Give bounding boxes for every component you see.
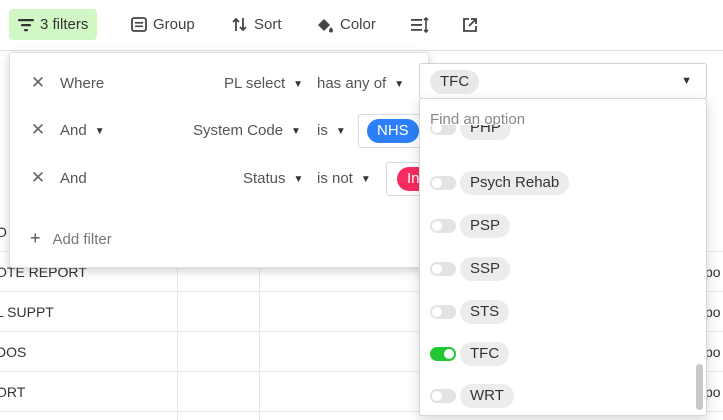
filter-field-select[interactable]: PL select ▼: [224, 64, 303, 104]
filter-conjunction: Where: [60, 75, 105, 92]
caret-down-icon: ▼: [291, 126, 301, 137]
operator-label: has any of: [317, 75, 387, 92]
table-cell: DOS: [0, 344, 27, 360]
caret-down-icon: ▼: [681, 75, 692, 87]
sort-icon: [232, 17, 248, 32]
option-chip: PSP: [460, 214, 511, 238]
table-cell: po: [705, 304, 721, 320]
row-height-button[interactable]: [402, 9, 438, 40]
field-name: System Code: [193, 122, 284, 139]
option-chip: STS: [460, 300, 510, 324]
filter-value-field[interactable]: NHS: [358, 114, 428, 148]
option-item[interactable]: STS: [420, 295, 700, 329]
filter-condition: ✕ And ▼ System Code ▼ is ▼ NHS: [10, 111, 430, 151]
option-chip: TFC: [460, 342, 510, 366]
conjunction-label: And: [60, 122, 87, 139]
filters-button[interactable]: 3 filters: [9, 9, 98, 40]
group-button[interactable]: Group: [122, 9, 204, 40]
operator-label: is not: [317, 170, 353, 187]
filter-icon: [18, 18, 34, 32]
option-toggle[interactable]: [430, 305, 456, 319]
option-item[interactable]: PSP: [420, 209, 700, 243]
options-dropdown: Find an option PHP Psych Rehab PSP SSP S…: [419, 98, 707, 416]
table-cell: po: [705, 344, 721, 360]
value-chip: NHS: [367, 119, 419, 143]
operator-label: is: [317, 122, 328, 139]
remove-filter-icon[interactable]: ✕: [30, 74, 46, 92]
filter-operator-select[interactable]: has any of ▼: [317, 64, 404, 104]
filter-condition: ✕ Where PL select ▼ has any of ▼: [10, 64, 430, 104]
table-cell: O: [0, 224, 7, 240]
remove-filter-icon[interactable]: ✕: [30, 121, 46, 139]
field-name: Status: [243, 170, 286, 187]
caret-down-icon: ▼: [293, 174, 304, 185]
filter-field-select[interactable]: Status ▼: [243, 159, 303, 199]
row-height-icon: [411, 16, 429, 33]
caret-down-icon: ▼: [335, 126, 346, 137]
option-toggle[interactable]: [430, 389, 456, 403]
filter-panel: ✕ Where PL select ▼ has any of ▼ ✕ And ▼ Sy…: [9, 52, 430, 268]
option-toggle[interactable]: [430, 262, 456, 276]
option-item[interactable]: SSP: [420, 252, 700, 286]
filter-conjunction: And: [60, 170, 87, 187]
add-filter-button[interactable]: + Add filter: [30, 223, 112, 253]
option-item[interactable]: WRT: [420, 379, 700, 413]
filter-conjunction-select[interactable]: And ▼: [60, 111, 105, 151]
selected-value-chip: TFC: [430, 70, 480, 94]
option-toggle[interactable]: [430, 176, 456, 190]
option-toggle[interactable]: [430, 347, 456, 361]
sort-label: Sort: [254, 16, 282, 33]
color-button[interactable]: Color: [307, 9, 385, 40]
option-toggle[interactable]: [430, 125, 456, 135]
external-link-icon: [462, 17, 478, 33]
option-item[interactable]: PHP: [420, 125, 700, 145]
table-cell: po: [705, 264, 721, 280]
add-filter-label: Add filter: [52, 231, 112, 248]
field-name: PL select: [224, 75, 286, 92]
filter-value-select[interactable]: TFC ▼: [419, 63, 707, 99]
caret-down-icon: ▼: [293, 79, 304, 90]
share-view-button[interactable]: [453, 9, 487, 40]
option-item[interactable]: Psych Rehab: [420, 166, 700, 200]
option-toggle[interactable]: [430, 219, 456, 233]
view-toolbar: 3 filters Group Sort Color: [0, 0, 723, 51]
filter-field-select[interactable]: System Code ▼: [193, 111, 301, 151]
group-icon: [131, 17, 147, 32]
option-item[interactable]: TFC: [420, 337, 700, 371]
color-label: Color: [340, 16, 376, 33]
table-cell: L SUPPT: [0, 304, 54, 320]
caret-down-icon: ▼: [360, 174, 371, 185]
dropdown-scrollbar[interactable]: [696, 364, 703, 410]
sort-button[interactable]: Sort: [223, 9, 291, 40]
filter-operator-select[interactable]: is ▼: [317, 111, 346, 151]
filter-operator-select[interactable]: is not ▼: [317, 159, 371, 199]
option-chip: Psych Rehab: [460, 171, 570, 195]
option-chip: WRT: [460, 384, 514, 408]
remove-filter-icon[interactable]: ✕: [30, 169, 46, 187]
caret-down-icon: ▼: [94, 126, 105, 137]
plus-icon: +: [30, 228, 41, 248]
table-cell: po: [705, 384, 721, 400]
caret-down-icon: ▼: [394, 79, 405, 90]
option-chip: PHP: [460, 125, 511, 140]
paint-bucket-icon: [316, 17, 334, 33]
group-label: Group: [153, 16, 195, 33]
filter-condition: ✕ And Status ▼ is not ▼ In: [10, 159, 430, 199]
table-cell: ORT: [0, 384, 26, 400]
filters-label: 3 filters: [40, 16, 89, 33]
option-chip: SSP: [460, 257, 511, 281]
